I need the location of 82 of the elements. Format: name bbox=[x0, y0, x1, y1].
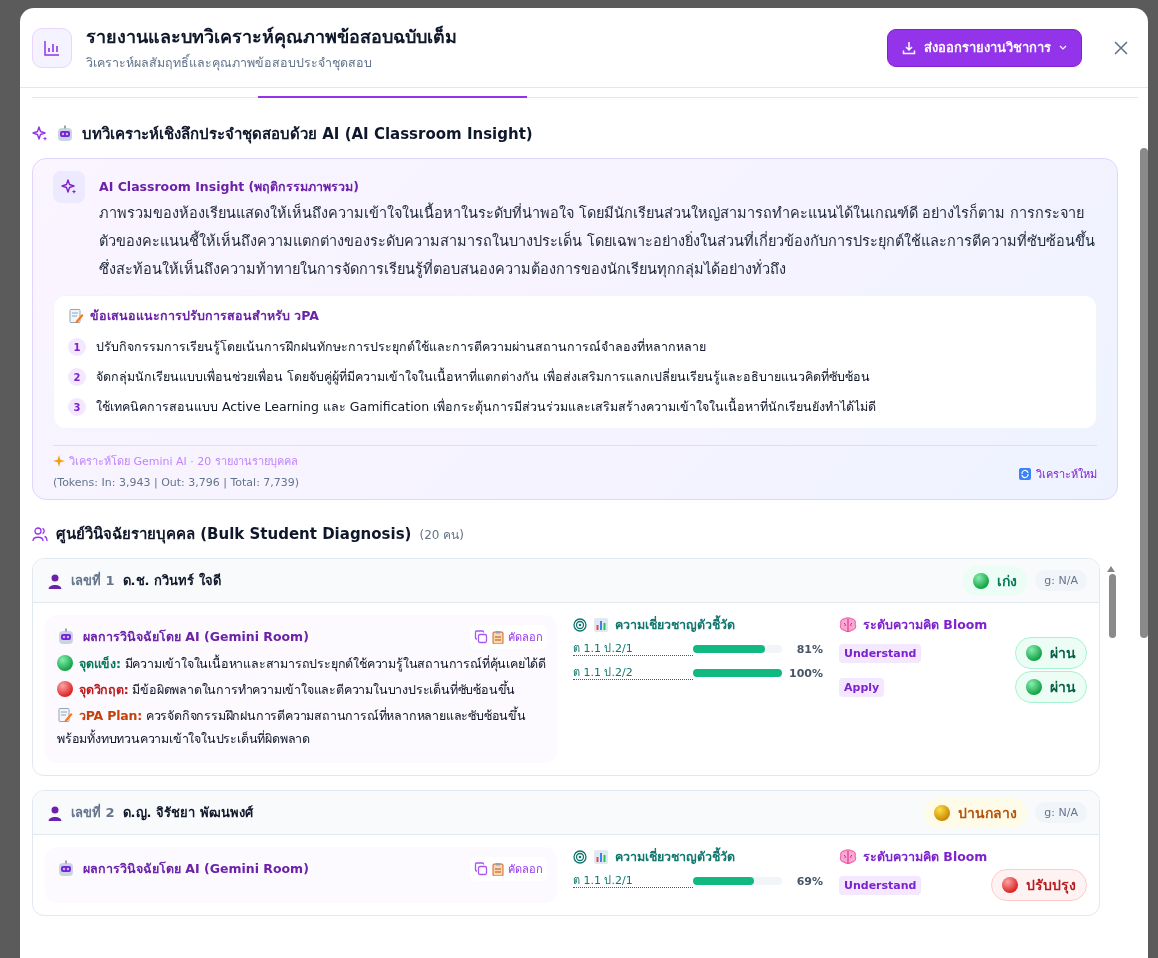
sparkle-icon bbox=[53, 455, 65, 467]
sparkle-icon bbox=[32, 126, 48, 142]
result-badge: ปรับปรุง bbox=[991, 869, 1087, 901]
person-icon bbox=[47, 572, 63, 589]
chart-icon bbox=[32, 27, 72, 68]
number-badge: 1 bbox=[68, 338, 86, 356]
student-count: (20 คน) bbox=[419, 526, 464, 544]
chevron-icon bbox=[1059, 44, 1067, 51]
analysis-credit: วิเคราะห์โดย Gemini AI · 20 รายงานรายบุคคล bbox=[69, 454, 298, 470]
section-title: บทวิเคราะห์เชิงลึกประจำชุดสอบด้วย AI (AI Classroom Insight) bbox=[82, 124, 533, 146]
copy-icon bbox=[474, 630, 488, 644]
bloom-level-tag: Understand bbox=[839, 875, 922, 895]
result-badge: ผ่าน bbox=[1015, 637, 1087, 669]
person-icon bbox=[47, 804, 63, 821]
bloom-heading: ระดับความคิด Bloom bbox=[863, 616, 988, 634]
robot-icon bbox=[57, 628, 75, 646]
ball-icon bbox=[57, 655, 73, 671]
copy-icon bbox=[474, 862, 488, 876]
indicator-code: ต 1.1 ป.2/1 bbox=[573, 642, 693, 656]
grade-badge: เก่ง bbox=[963, 565, 1028, 596]
recommendation-text: ปรับกิจกรรมการเรียนรู้โดยเน้นการฝึกฝนทักษะการประยุกต์ใช้และการตีความผ่านสถานการณ์จำลองที่หลากหลาย bbox=[96, 337, 706, 357]
users-icon bbox=[32, 526, 48, 542]
indicator-code: ต 1.1 ป.2/1 bbox=[573, 874, 693, 888]
recommendation-text: ใช้เทคนิคการสอนแบบ Active Learning และ Gamification เพื่อกระตุ้นการมีส่วนร่วมและเสริมสร้างความเข้าใจในเนื้อหาที่นักเรียนยังทำได้ไม่ดี bbox=[96, 397, 877, 417]
student-name: ด.ญ. จิรัชยา พัฒนพงศ์ bbox=[122, 804, 255, 823]
close-icon bbox=[1114, 40, 1128, 55]
bar-chart-icon bbox=[593, 849, 609, 865]
student-name: ด.ช. กวินทร์ ใจดี bbox=[122, 571, 222, 590]
ball-icon bbox=[973, 572, 990, 589]
scrollbar-thumb[interactable] bbox=[1140, 148, 1148, 638]
diagnosis-point: จุดแข็ง: มีความเข้าใจในเนื้อหาและสามารถประยุกต์ใช้ความรู้ในสถานการณ์ที่คุ้นเคยได้ดี bbox=[57, 652, 547, 675]
recommendations-title: ข้อเสนอแนะการปรับการสอนสำหรับ วPA bbox=[90, 307, 320, 325]
result-badge: ผ่าน bbox=[1015, 671, 1087, 703]
target-icon bbox=[573, 850, 587, 864]
bar-chart-icon bbox=[593, 617, 609, 633]
diagnosis-point: วPA Plan: ควรจัดกิจกรรมฝึกฝนการตีความสถานการณ์ที่หลากหลายและซับซ้อนขึ้น พร้อมทั้งทบทวนความเข้าใจในประเด็นที่ผิดพลาด bbox=[57, 705, 527, 748]
indicator-heading: ความเชี่ยวชาญตัวชี้วัด bbox=[615, 615, 735, 634]
indicator-percent: 100% bbox=[788, 666, 823, 680]
diagnosis-point: จุดวิกฤต: มีข้อผิดพลาดในการทำความเข้าใจและตีความในบางประเด็นที่ซับซ้อนขึ้น bbox=[57, 678, 547, 701]
modal-title: รายงานและบทวิเคราะห์คุณภาพข้อสอบฉบับเต็ม bbox=[86, 24, 458, 51]
target-icon bbox=[573, 618, 587, 632]
ball-icon bbox=[934, 804, 951, 821]
brain-icon bbox=[839, 849, 857, 865]
bloom-level-tag: Apply bbox=[839, 677, 885, 697]
g-value-badge: g: N/A bbox=[1035, 802, 1087, 823]
indicator-code: ต 1.1 ป.2/2 bbox=[573, 666, 693, 680]
ball-icon bbox=[57, 681, 73, 697]
modal-subtitle: วิเคราะห์ผลสัมฤทธิ์และคุณภาพข้อสอบประจำชุดสอบ bbox=[86, 53, 373, 73]
bloom-level-tag: Understand bbox=[839, 643, 922, 663]
export-button[interactable]: ส่งออกรายงานวิชาการ bbox=[887, 28, 1082, 67]
bloom-heading: ระดับความคิด Bloom bbox=[863, 848, 988, 866]
memo-icon bbox=[57, 707, 73, 723]
section-title: ศูนย์วินิจฉัยรายบุคคล (Bulk Student Diagnosis) bbox=[56, 524, 412, 546]
diagnosis-title: ผลการวินิจฉัยโดย AI (Gemini Room) bbox=[83, 860, 310, 878]
memo-icon bbox=[68, 308, 84, 324]
student-number: เลขที่ 1 bbox=[71, 570, 115, 590]
scrollbar-thumb[interactable] bbox=[1109, 574, 1116, 638]
indicator-heading: ความเชี่ยวชาญตัวชี้วัด bbox=[615, 847, 735, 866]
clipboard-icon bbox=[492, 630, 504, 644]
number-badge: 3 bbox=[68, 398, 86, 416]
clipboard-icon bbox=[492, 862, 504, 876]
indicator-percent: 81% bbox=[795, 642, 823, 656]
robot-icon bbox=[57, 860, 75, 878]
recommendation-text: จัดกลุ่มนักเรียนแบบเพื่อนช่วยเพื่อน โดยจับคู่ผู้ที่มีความเข้าใจในเนื้อหาที่แตกต่างกัน เพื่อส่งเสริมการแลกเปลี่ยนเรียนรู้และอธิบายแนวคิดที่ซับซ้อน bbox=[96, 367, 870, 387]
robot-icon bbox=[56, 125, 74, 143]
token-usage: (Tokens: In: 3,943 | Out: 3,796 | Total: 7,739) bbox=[53, 476, 300, 489]
copy-button[interactable]: คัดลอก bbox=[470, 625, 547, 649]
brain-icon bbox=[839, 617, 857, 633]
indicator-percent: 69% bbox=[795, 874, 823, 888]
download-icon bbox=[902, 40, 916, 55]
insight-title: AI Classroom Insight (พฤติกรรมภาพรวม) bbox=[99, 178, 361, 196]
copy-button[interactable]: คัดลอก bbox=[470, 857, 547, 881]
student-number: เลขที่ 2 bbox=[71, 802, 115, 822]
diagnosis-title: ผลการวินิจฉัยโดย AI (Gemini Room) bbox=[83, 628, 310, 646]
scroll-up-icon bbox=[1106, 565, 1116, 573]
sparkle-icon bbox=[53, 171, 85, 203]
g-value-badge: g: N/A bbox=[1035, 570, 1087, 591]
reanalyze-button[interactable]: วิเคราะห์ใหม่ bbox=[1019, 465, 1097, 489]
grade-badge: ปานกลาง bbox=[924, 797, 1028, 828]
insight-summary: ภาพรวมของห้องเรียนแสดงให้เห็นถึงความเข้าใจในเนื้อหาในระดับที่น่าพอใจ โดยมีนักเรียนส่วนใหญ่สามารถทำคะแนนได้ในเกณฑ์ดี อย่างไรก็ตาม การกระจายตัวของคะแนนชี้ให้เห็นถึงความแตกต่างของระดับความสามารถในบางประเด็น โดยเฉพาะอย่างยิ่งในส่วนที่เกี่ยวข้องกับการประยุกต์ใช้และการตีความที่ซับซ้อนขึ้น ซึ่งสะท้อนให้เห็นถึงความท้าทายในการจัดการเรียนรู้ที่ตอบสนองความต้องการของนักเรียนทุกกลุ่มได้อย่างทั่วถึง bbox=[99, 199, 1097, 283]
number-badge: 2 bbox=[68, 368, 86, 386]
refresh-icon bbox=[1019, 468, 1031, 480]
